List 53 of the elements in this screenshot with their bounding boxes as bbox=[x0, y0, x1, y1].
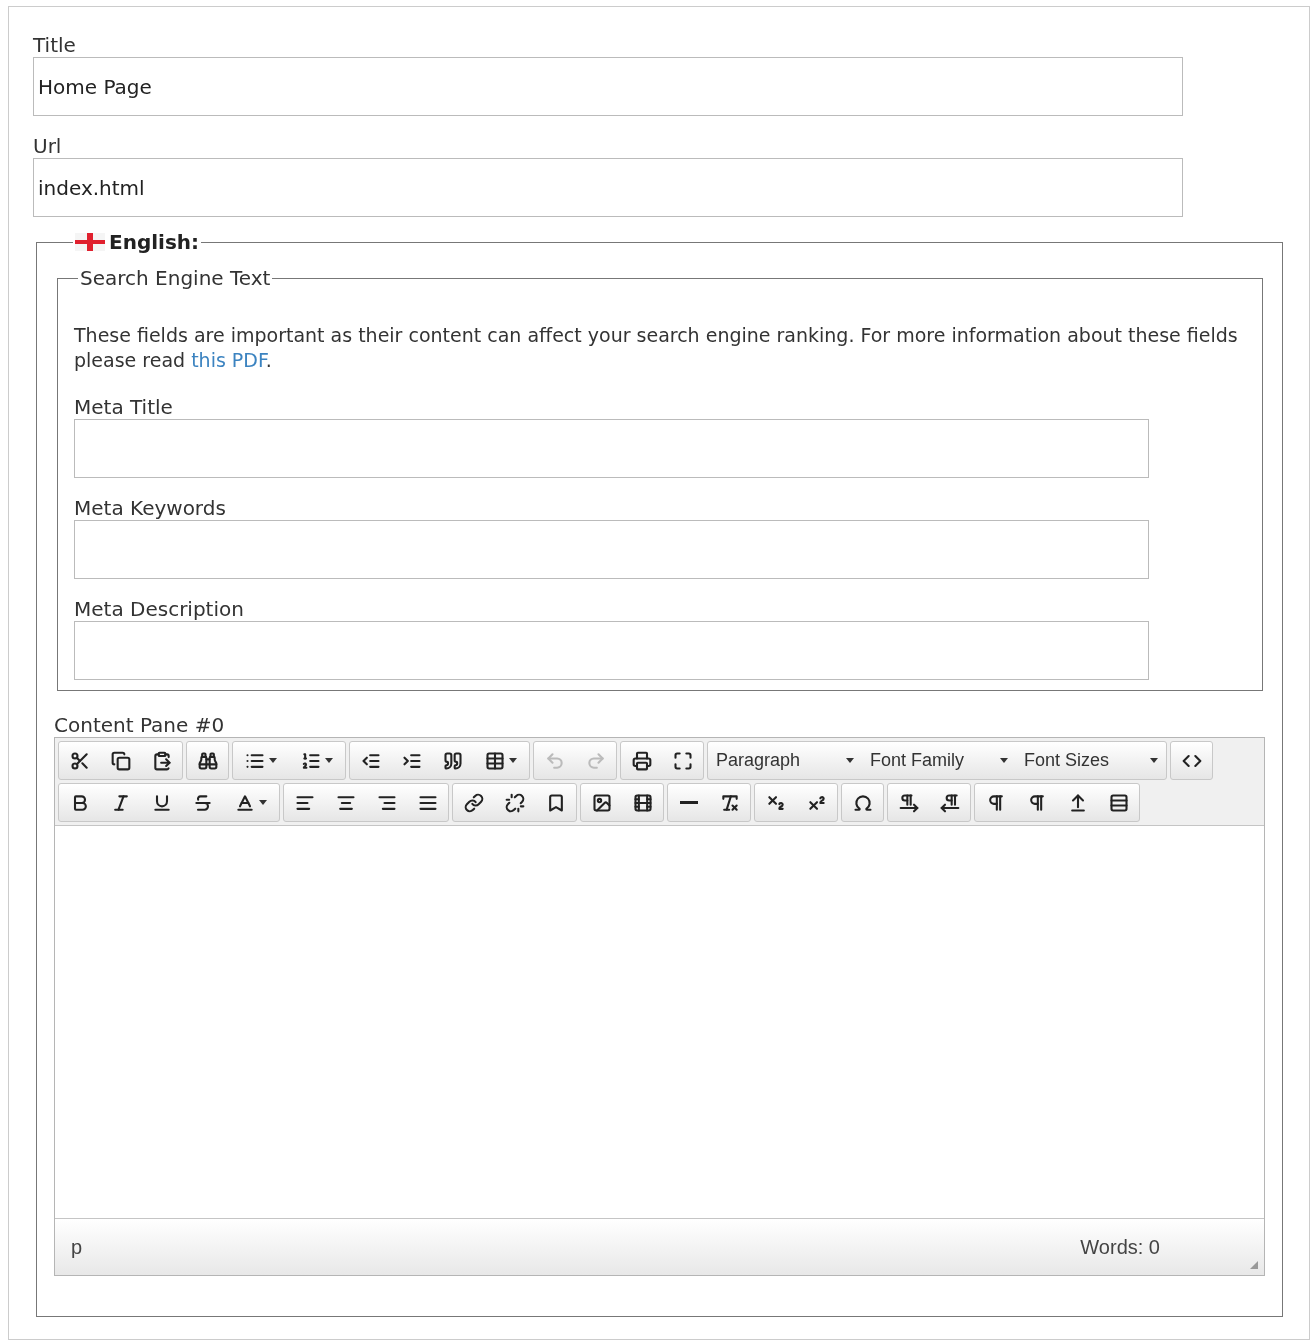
input-field[interactable]: Home Page bbox=[33, 57, 1183, 116]
rows-icon bbox=[1108, 792, 1129, 813]
editor-label: Content Pane #0 bbox=[54, 713, 226, 737]
field-label: Meta Description bbox=[74, 597, 245, 621]
caret-icon bbox=[509, 758, 517, 763]
section-legend: Search Engine Text bbox=[78, 263, 273, 293]
table-icon bbox=[485, 750, 505, 771]
format-dropdown[interactable]: Font Family bbox=[862, 742, 1016, 779]
caret-icon bbox=[1150, 758, 1158, 763]
link-icon bbox=[463, 792, 484, 813]
fullscreen-icon bbox=[672, 750, 693, 771]
field-label: Meta Title bbox=[74, 395, 174, 419]
input-field[interactable] bbox=[74, 419, 1149, 478]
film-icon bbox=[632, 792, 653, 813]
paste-icon bbox=[151, 750, 172, 771]
input-field[interactable]: index.html bbox=[33, 158, 1183, 217]
quote-icon bbox=[442, 750, 463, 771]
resize-handle-icon[interactable] bbox=[1248, 1259, 1260, 1271]
unlink-icon bbox=[504, 792, 525, 813]
cut-icon bbox=[69, 750, 90, 771]
field-label: Url bbox=[33, 134, 63, 158]
printer-icon bbox=[631, 750, 652, 771]
pdf-link[interactable]: this PDF bbox=[191, 349, 266, 371]
pilcrow-right-icon bbox=[898, 792, 919, 813]
binoculars-icon bbox=[197, 750, 218, 771]
element-path: p bbox=[71, 1235, 83, 1260]
copy-icon bbox=[110, 750, 131, 771]
underline-icon bbox=[151, 792, 172, 813]
input-field[interactable] bbox=[74, 520, 1149, 579]
strikethrough-icon bbox=[192, 792, 213, 813]
omega-icon bbox=[852, 792, 873, 813]
info-paragraph: These fields are important as their content can affect your search engine ranking. For more information about these fields please read this PDF. bbox=[74, 323, 1239, 373]
pilcrow-left-icon bbox=[939, 792, 960, 813]
text-color-icon bbox=[235, 792, 255, 813]
section-legend: English: bbox=[109, 227, 200, 257]
format-dropdown[interactable]: Paragraph bbox=[708, 742, 862, 779]
input-field[interactable] bbox=[74, 621, 1149, 680]
caret-icon bbox=[259, 800, 267, 805]
caret-icon bbox=[325, 758, 333, 763]
caret-icon bbox=[269, 758, 277, 763]
image-icon bbox=[591, 792, 612, 813]
format-dropdown[interactable]: Font Sizes bbox=[1016, 742, 1166, 779]
clear-formatting-icon bbox=[719, 792, 740, 813]
redo-icon bbox=[585, 750, 606, 771]
word-count: Words: 0 bbox=[1080, 1235, 1160, 1260]
undo-icon bbox=[544, 750, 565, 771]
flag-icon bbox=[75, 233, 105, 251]
field-label: Title bbox=[33, 33, 77, 57]
caret-icon bbox=[1000, 758, 1008, 763]
numbered-list-icon bbox=[301, 750, 321, 771]
horizontal-line-icon bbox=[679, 801, 698, 804]
caret-icon bbox=[846, 758, 854, 763]
field-label: Meta Keywords bbox=[74, 496, 227, 520]
